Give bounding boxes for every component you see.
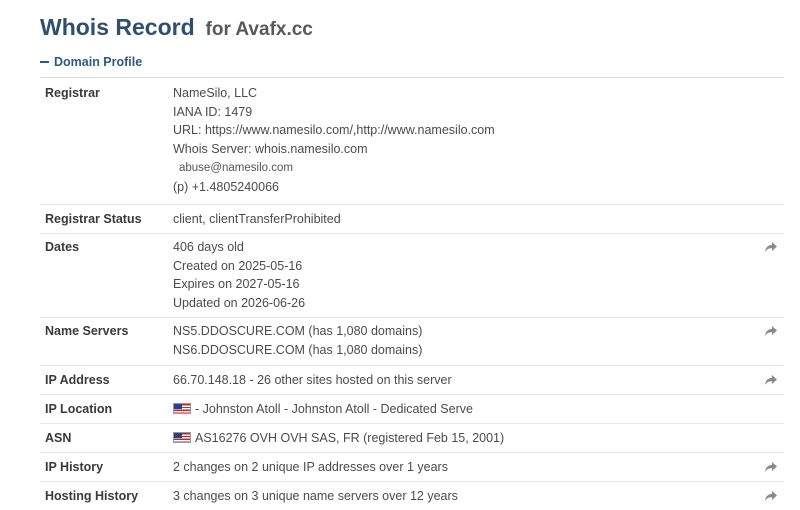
registrar-iana: IANA ID: 1479 [173, 104, 253, 119]
name-server-1[interactable]: NS5.DDOSCURE.COM (has 1,080 domains) [173, 322, 784, 341]
name-server-2[interactable]: NS6.DDOSCURE.COM (has 1,080 domains) [173, 341, 784, 360]
minus-icon [40, 61, 49, 63]
registrar-name: NameSilo, LLC [173, 86, 258, 100]
row-value: 406 days old Created on 2025-05-16 Expir… [173, 238, 784, 317]
row-name-servers: Name Servers NS5.DDOSCURE.COM (has 1,080… [40, 318, 784, 366]
registrar-abuse-email: abuse@namesilo.com [179, 162, 293, 174]
row-label: Registrar [45, 86, 100, 100]
us-flag-icon [173, 432, 191, 443]
page-title: Whois Record for Avafx.cc [40, 6, 313, 43]
row-label: ASN [45, 431, 72, 445]
share-arrow-icon[interactable] [764, 374, 778, 386]
asn-value: AS16276 OVH OVH SAS, FR (registered Feb … [195, 431, 505, 445]
registrar-phone: (p) +1.4805240066 [173, 180, 279, 194]
dates-expires: Expires on 2027-05-16 [173, 277, 300, 291]
section-label: Domain Profile [54, 55, 143, 69]
row-label: Hosting History [45, 489, 139, 503]
ip-history-value: 2 changes on 2 unique IP addresses over … [173, 460, 448, 474]
row-label: IP Address [45, 373, 110, 387]
row-value: 66.70.148.18 - 26 other sites hosted on … [173, 371, 784, 394]
row-registrar: Registrar NameSilo, LLC IANA ID: 1479 UR… [40, 78, 784, 205]
domain-profile-toggle[interactable]: Domain Profile [40, 55, 142, 69]
page-title-domain: for Avafx.cc [205, 19, 313, 40]
us-flag-icon [173, 403, 191, 414]
asn-line: AS16276 OVH OVH SAS, FR (registered Feb … [173, 429, 784, 448]
row-value: - Johnston Atoll - Johnston Atoll - Dedi… [173, 400, 784, 423]
whois-page: Whois Record for Avafx.cc Domain Profile… [0, 0, 800, 510]
row-dates: Dates 406 days old Created on 2025-05-16… [40, 234, 784, 318]
ip-address-value[interactable]: 66.70.148.18 - 26 other sites hosted on … [173, 371, 784, 390]
row-ip-address: IP Address 66.70.148.18 - 26 other sites… [40, 366, 784, 395]
share-arrow-icon[interactable] [764, 325, 778, 337]
share-arrow-icon[interactable] [764, 461, 778, 473]
row-hosting-history: Hosting History 3 changes on 3 unique na… [40, 482, 784, 510]
row-value: AS16276 OVH OVH SAS, FR (registered Feb … [173, 429, 784, 452]
hosting-history-value: 3 changes on 3 unique name servers over … [173, 489, 458, 503]
row-value: client, clientTransferProhibited [173, 210, 784, 233]
dates-updated: Updated on 2026-06-26 [173, 295, 306, 310]
row-label: Registrar Status [45, 212, 142, 226]
row-value: 2 changes on 2 unique IP addresses over … [173, 458, 784, 481]
row-asn: ASN AS16276 OVH OVH SAS, FR (registered … [40, 424, 784, 453]
row-label: IP Location [45, 402, 113, 416]
registrar-whois-server: Whois Server: whois.namesilo.com [173, 141, 368, 156]
row-label: Name Servers [45, 324, 129, 338]
row-label: IP History [45, 460, 104, 474]
page-title-main: Whois Record [40, 14, 195, 40]
ip-location-value: - Johnston Atoll - Johnston Atoll - Dedi… [195, 402, 473, 416]
row-value: NS5.DDOSCURE.COM (has 1,080 domains) NS6… [173, 322, 784, 365]
whois-table: Registrar NameSilo, LLC IANA ID: 1479 UR… [40, 78, 784, 510]
row-registrar-status: Registrar Status client, clientTransferP… [40, 205, 784, 234]
share-arrow-icon[interactable] [764, 490, 778, 502]
row-ip-location: IP Location - Johnston Atoll - Johnston … [40, 395, 784, 424]
dates-age: 406 days old [173, 240, 244, 254]
dates-created: Created on 2025-05-16 [173, 258, 303, 273]
row-ip-history: IP History 2 changes on 2 unique IP addr… [40, 453, 784, 482]
registrar-url: URL: https://www.namesilo.com/,http://ww… [173, 123, 495, 137]
row-label: Dates [45, 240, 80, 254]
registrar-status-value: client, clientTransferProhibited [173, 212, 341, 226]
ip-location-line: - Johnston Atoll - Johnston Atoll - Dedi… [173, 400, 784, 419]
row-value: 3 changes on 3 unique name servers over … [173, 487, 784, 510]
row-value: NameSilo, LLC IANA ID: 1479 URL: https:/… [173, 84, 784, 204]
share-arrow-icon[interactable] [764, 241, 778, 253]
